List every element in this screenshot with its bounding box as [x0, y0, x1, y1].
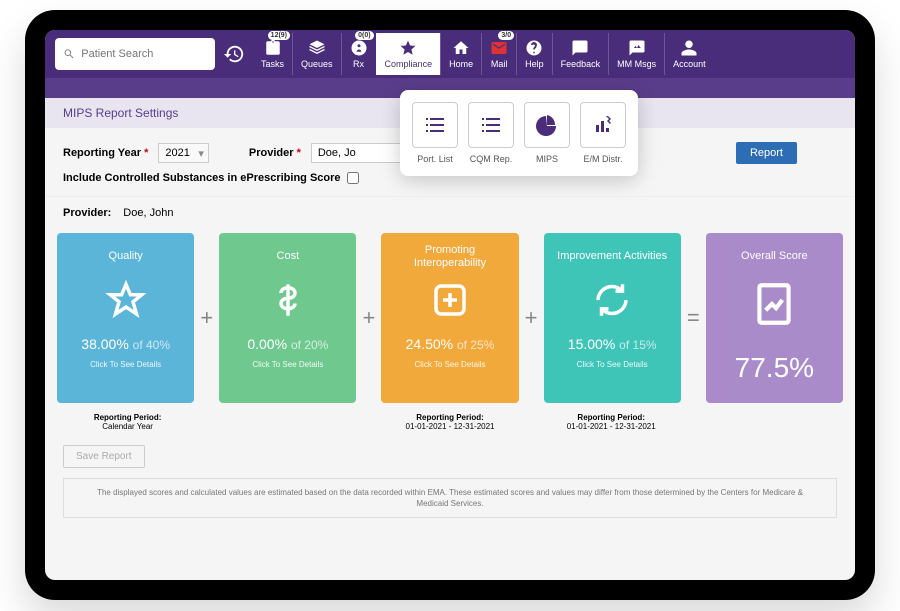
nav-tasks[interactable]: 12(9) Tasks [253, 33, 292, 75]
history-icon[interactable] [223, 43, 245, 65]
period-cost [218, 413, 359, 431]
year-label: Reporting Year * [63, 147, 148, 159]
period-overall [702, 413, 843, 431]
home-icon [452, 39, 470, 57]
rx-icon [350, 39, 368, 57]
star-icon [399, 39, 417, 57]
card-overall[interactable]: Overall Score 77.5% [706, 233, 843, 403]
search-icon [63, 47, 75, 61]
plus-op: + [360, 305, 377, 331]
chart-icon [591, 113, 615, 137]
feedback-icon [571, 39, 589, 57]
provider-display: Provider:Doe, John [45, 196, 855, 227]
dd-mips[interactable]: MIPS [524, 102, 570, 164]
score-cards: Quality 38.00% of 40% Click To See Detai… [45, 227, 855, 409]
tasks-icon [264, 39, 282, 57]
tasks-badge: 12(9) [268, 31, 290, 40]
mmmsgs-icon [628, 39, 646, 57]
dd-port-list[interactable]: Port. List [412, 102, 458, 164]
help-icon [525, 39, 543, 57]
card-quality[interactable]: Quality 38.00% of 40% Click To See Detai… [57, 233, 194, 403]
refresh-icon [591, 279, 633, 326]
nav-account[interactable]: Account [664, 33, 714, 75]
dd-em-distr[interactable]: E/M Distr. [580, 102, 626, 164]
queues-icon [308, 39, 326, 57]
period-interop: Reporting Period:01-01-2021 - 12-31-2021 [379, 413, 520, 431]
nav-items: 12(9) Tasks Queues 0(0) Rx Compliance Ho… [253, 33, 845, 75]
rx-badge: 0(0) [355, 31, 373, 40]
plus-op: + [198, 305, 215, 331]
card-cost[interactable]: Cost 0.00% of 20% Click To See Details [219, 233, 356, 403]
dd-cqm-rep[interactable]: CQM Rep. [468, 102, 514, 164]
nav-mmmsgs[interactable]: MM Msgs [608, 33, 664, 75]
medical-cross-icon [429, 279, 471, 326]
card-improve[interactable]: Improvement Activities 15.00% of 15% Cli… [544, 233, 681, 403]
provider-label: Provider * [249, 147, 301, 159]
run-report-button[interactable]: Report [736, 142, 797, 164]
controlled-substances-checkbox[interactable] [347, 172, 359, 184]
disclaimer: The displayed scores and calculated valu… [63, 478, 837, 518]
list-icon [479, 113, 503, 137]
patient-search[interactable] [55, 38, 215, 70]
nav-rx[interactable]: 0(0) Rx [341, 33, 376, 75]
nav-home[interactable]: Home [440, 33, 481, 75]
nav-feedback[interactable]: Feedback [552, 33, 609, 75]
card-interop[interactable]: Promoting Interoperability 24.50% of 25%… [381, 233, 518, 403]
compliance-dropdown: Port. List CQM Rep. MIPS E/M Distr. [400, 90, 638, 176]
equals-op: = [685, 305, 702, 331]
nav-compliance[interactable]: Compliance [376, 33, 441, 75]
nav-help[interactable]: Help [516, 33, 552, 75]
list-icon [423, 113, 447, 137]
screen: 12(9) Tasks Queues 0(0) Rx Compliance Ho… [45, 30, 855, 580]
search-input[interactable] [81, 48, 207, 60]
report-chart-icon [749, 279, 799, 334]
tablet-frame: 12(9) Tasks Queues 0(0) Rx Compliance Ho… [25, 10, 875, 600]
pie-icon [535, 113, 559, 137]
top-navigation: 12(9) Tasks Queues 0(0) Rx Compliance Ho… [45, 30, 855, 78]
mail-icon [490, 39, 508, 57]
save-report-button[interactable]: Save Report [63, 445, 145, 468]
dollar-icon [267, 279, 309, 326]
account-icon [680, 39, 698, 57]
nav-mail[interactable]: 3/0 Mail [481, 33, 516, 75]
nav-queues[interactable]: Queues [292, 33, 341, 75]
year-select[interactable]: 2021 [158, 143, 208, 163]
period-improve: Reporting Period:01-01-2021 - 12-31-2021 [541, 413, 682, 431]
period-quality: Reporting Period:Calendar Year [57, 413, 198, 431]
mail-badge: 3/0 [498, 31, 514, 40]
reporting-periods: Reporting Period:Calendar Year Reporting… [45, 409, 855, 441]
checkbox-label: Include Controlled Substances in ePrescr… [63, 172, 341, 184]
plus-op: + [523, 305, 540, 331]
star-outline-icon [105, 279, 147, 326]
